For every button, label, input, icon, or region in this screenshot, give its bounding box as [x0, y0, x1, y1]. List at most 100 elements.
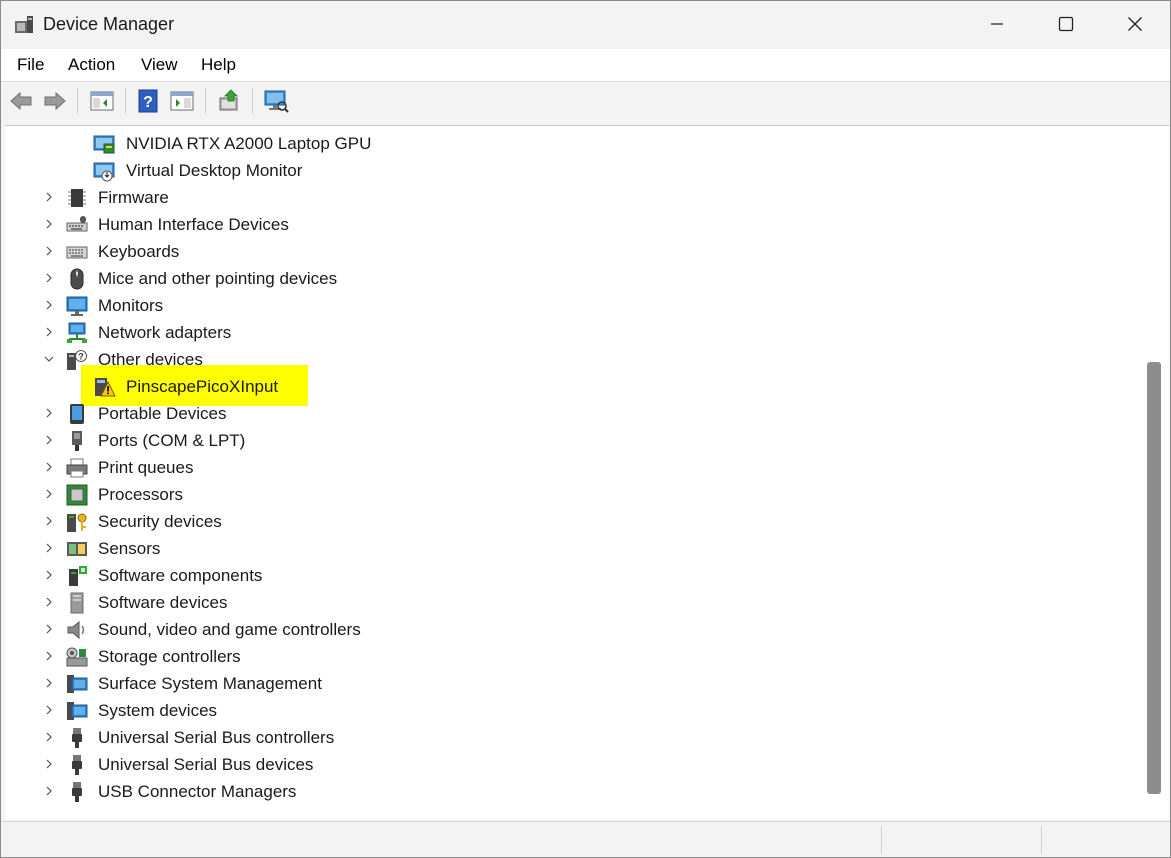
hid-icon — [66, 216, 88, 232]
menu-file[interactable]: File — [15, 55, 46, 75]
expand-chevron-icon[interactable] — [42, 595, 56, 609]
tree-row-label: Sensors — [98, 539, 161, 558]
help-icon: ? — [138, 89, 158, 113]
tree-row-label: NVIDIA RTX A2000 Laptop GPU — [126, 134, 372, 153]
usb-icon — [72, 755, 82, 775]
expand-chevron-icon[interactable] — [42, 433, 56, 447]
toolbar-separator — [125, 88, 126, 114]
tree-row-sound-video-game-controllers[interactable]: Sound, video and game controllers — [5, 616, 1139, 643]
device-manager-window: Device Manager File Action View Help ? N… — [0, 0, 1171, 858]
tree-row-keyboards[interactable]: Keyboards — [5, 238, 1139, 265]
tree-row-monitors[interactable]: Monitors — [5, 292, 1139, 319]
expand-chevron-icon[interactable] — [42, 217, 56, 231]
tree-row-label: Portable Devices — [98, 404, 227, 423]
tree-row-print-queues[interactable]: Print queues — [5, 454, 1139, 481]
display-adapter-icon — [93, 162, 115, 182]
expand-chevron-icon[interactable] — [42, 541, 56, 555]
tree-row-label: System devices — [98, 701, 218, 720]
tree-row-label: Universal Serial Bus controllers — [98, 728, 335, 747]
menu-view[interactable]: View — [139, 55, 180, 75]
expand-chevron-icon[interactable] — [42, 757, 56, 771]
expand-chevron-icon[interactable] — [42, 622, 56, 636]
expand-chevron-icon[interactable] — [42, 649, 56, 663]
show-hide-console-tree-button[interactable] — [89, 88, 115, 114]
tree-row-usb-devices[interactable]: Universal Serial Bus devices — [5, 751, 1139, 778]
help-button[interactable]: ? — [135, 88, 161, 114]
window-title: Device Manager — [43, 14, 175, 34]
tree-row-label: Mice and other pointing devices — [98, 269, 338, 288]
tree-row-software-components[interactable]: Software components — [5, 562, 1139, 589]
tree-row-nvidia-gpu[interactable]: NVIDIA RTX A2000 Laptop GPU — [5, 130, 1139, 157]
minimize-icon — [991, 23, 1003, 25]
tree-row-sensors[interactable]: Sensors — [5, 535, 1139, 562]
tree-row-usb-controllers[interactable]: Universal Serial Bus controllers — [5, 724, 1139, 751]
tree-row-portable-devices[interactable]: Portable Devices — [5, 400, 1139, 427]
tree-row-mice[interactable]: Mice and other pointing devices — [5, 265, 1139, 292]
expand-chevron-icon[interactable] — [42, 487, 56, 501]
tree-row-label: Storage controllers — [98, 647, 241, 666]
tree-row-label: Software components — [98, 566, 263, 585]
tree-row-label: Software devices — [98, 593, 228, 612]
back-button[interactable] — [8, 88, 34, 114]
tree-row-label: Surface System Management — [98, 674, 322, 693]
tree-row-security-devices[interactable]: Security devices — [5, 508, 1139, 535]
tree-row-surface-system-management[interactable]: Surface System Management — [5, 670, 1139, 697]
tree-row-label: Human Interface Devices — [98, 215, 289, 234]
minimize-button[interactable] — [962, 1, 1032, 47]
forward-button[interactable] — [42, 88, 68, 114]
maximize-button[interactable] — [1031, 1, 1101, 47]
vertical-scrollbar-thumb[interactable] — [1147, 362, 1161, 794]
tree-row-storage-controllers[interactable]: Storage controllers — [5, 643, 1139, 670]
properties-button[interactable] — [169, 88, 195, 114]
expand-chevron-icon[interactable] — [42, 271, 56, 285]
tree-row-processors[interactable]: Processors — [5, 481, 1139, 508]
menu-help[interactable]: Help — [199, 55, 238, 75]
scan-hardware-button[interactable] — [263, 88, 289, 114]
maximize-icon — [1058, 16, 1074, 32]
tree-row-other-devices[interactable]: ? Other devices — [5, 346, 1139, 373]
tree-row-pinscape-pico-xinput[interactable]: PinscapePicoXInput — [5, 373, 1139, 400]
portable-device-icon — [70, 404, 84, 424]
unknown-device-icon: ? — [67, 350, 87, 370]
expand-chevron-icon[interactable] — [42, 244, 56, 258]
svg-text:?: ? — [143, 94, 153, 111]
toolbar-separator — [77, 88, 78, 114]
warning-device-icon — [95, 378, 116, 397]
tree-row-human-interface-devices[interactable]: Human Interface Devices — [5, 211, 1139, 238]
tree-row-firmware[interactable]: Firmware — [5, 184, 1139, 211]
expand-chevron-icon[interactable] — [42, 298, 56, 312]
update-driver-button[interactable] — [216, 88, 242, 114]
menu-action[interactable]: Action — [66, 55, 117, 75]
tree-row-label: Monitors — [98, 296, 164, 315]
tree-row-virtual-desktop-monitor[interactable]: Virtual Desktop Monitor — [5, 157, 1139, 184]
security-key-icon — [67, 513, 87, 532]
expand-chevron-icon[interactable] — [42, 190, 56, 204]
tree-row-software-devices[interactable]: Software devices — [5, 589, 1139, 616]
properties-icon — [170, 91, 194, 111]
tree-row-label: Processors — [98, 485, 184, 504]
close-button[interactable] — [1100, 1, 1170, 47]
expand-chevron-icon[interactable] — [42, 325, 56, 339]
title-bar[interactable]: Device Manager — [1, 1, 1170, 47]
expand-chevron-icon[interactable] — [42, 568, 56, 582]
toolbar-separator — [252, 88, 253, 114]
tree-row-label: Print queues — [98, 458, 194, 477]
tree-row-usb-connector-managers[interactable]: USB Connector Managers — [5, 778, 1139, 805]
expand-chevron-icon[interactable] — [42, 460, 56, 474]
usb-icon — [72, 782, 82, 802]
expand-chevron-icon[interactable] — [42, 514, 56, 528]
device-tree[interactable]: NVIDIA RTX A2000 Laptop GPU Virtual Desk… — [5, 125, 1169, 820]
expand-chevron-icon[interactable] — [42, 784, 56, 798]
back-arrow-icon — [10, 91, 32, 111]
expand-chevron-icon[interactable] — [42, 676, 56, 690]
expand-chevron-icon[interactable] — [42, 730, 56, 744]
expand-chevron-icon[interactable] — [42, 406, 56, 420]
expand-chevron-icon[interactable] — [42, 703, 56, 717]
tree-row-ports[interactable]: Ports (COM & LPT) — [5, 427, 1139, 454]
toolbar-separator — [205, 88, 206, 114]
tree-row-network-adapters[interactable]: Network adapters — [5, 319, 1139, 346]
tree-row-system-devices[interactable]: System devices — [5, 697, 1139, 724]
svg-text:?: ? — [78, 352, 84, 362]
collapse-chevron-icon[interactable] — [42, 352, 56, 366]
sensor-icon — [67, 542, 87, 556]
